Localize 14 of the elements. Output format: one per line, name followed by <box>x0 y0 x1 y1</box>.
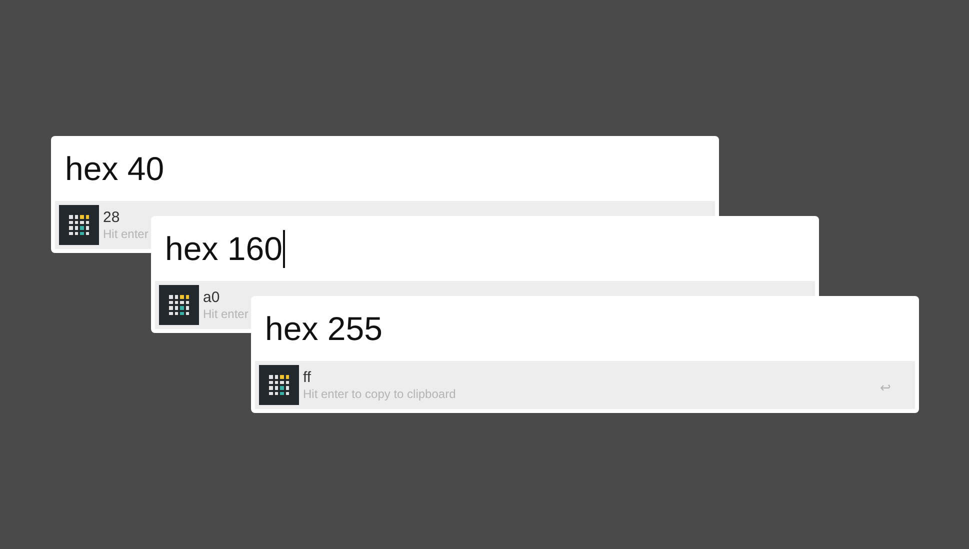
result-item[interactable]: ff Hit enter to copy to clipboard ↩ <box>255 361 915 409</box>
result-title: 28 <box>103 208 120 226</box>
enter-key-icon: ↩ <box>880 378 891 398</box>
result-hint: Hit enter to copy to clipboard <box>303 386 456 402</box>
search-field[interactable]: hex 40 <box>65 152 164 185</box>
search-field[interactable]: hex 255 <box>265 312 382 345</box>
calculator-icon <box>259 365 299 405</box>
result-hint: Hit enter <box>103 226 148 242</box>
search-field[interactable]: hex 160 <box>165 230 285 268</box>
result-title: ff <box>303 368 312 386</box>
calculator-icon <box>159 285 199 325</box>
result-hint: Hit enter <box>203 306 248 322</box>
result-title: a0 <box>203 288 220 306</box>
calculator-icon <box>59 205 99 245</box>
